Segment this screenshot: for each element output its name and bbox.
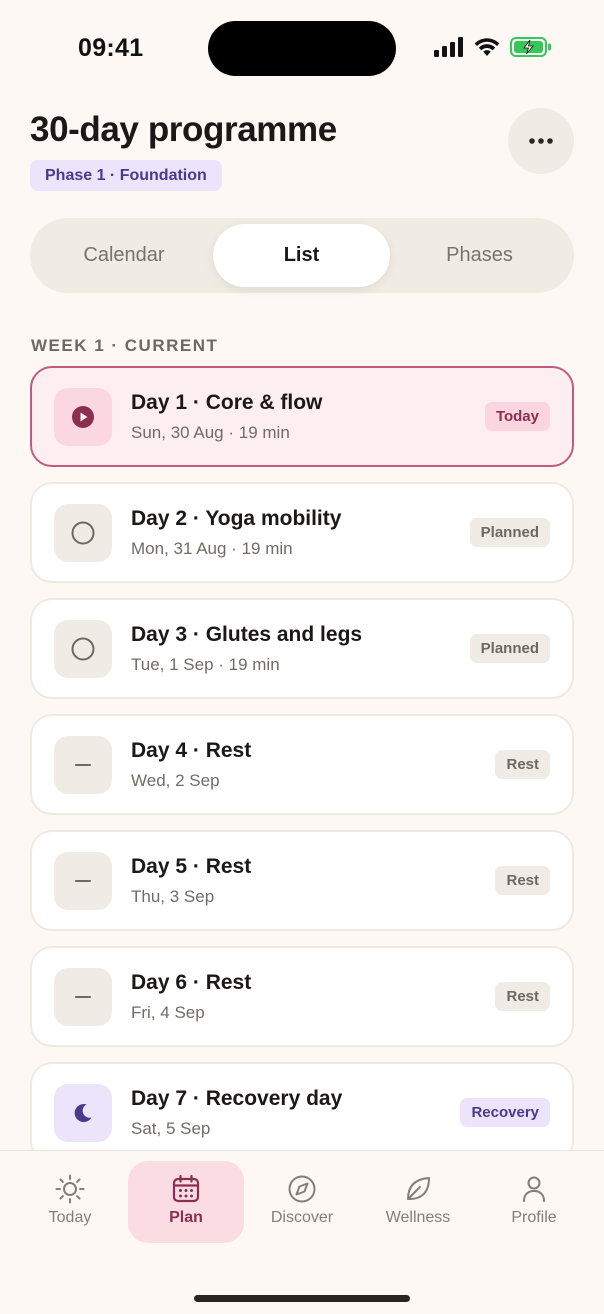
more-options-button[interactable]: [508, 108, 574, 174]
week-section-label: WEEK 1 · CURRENT: [31, 336, 219, 355]
day-icon-box: [54, 968, 112, 1026]
compass-icon: [288, 1175, 316, 1203]
more-horizontal-icon: [529, 138, 553, 144]
day-subtitle: Sat, 5 Sep: [131, 1119, 211, 1138]
day-subtitle: Fri, 4 Sep: [131, 1003, 205, 1022]
day-title: Day 5 · Rest: [131, 855, 252, 878]
dash-icon: [75, 880, 91, 882]
nav-label: Profile: [511, 1209, 557, 1226]
day-icon-box: [54, 620, 112, 678]
status-badge: Rest: [495, 866, 550, 895]
screen: 09:41 30-day programme Phase 1 · Foundat…: [0, 0, 604, 1314]
leaf-icon: [407, 1177, 430, 1200]
day-title: Day 3 · Glutes and legs: [131, 623, 363, 646]
day-subtitle: Tue, 1 Sep · 19 min: [131, 655, 280, 674]
tab-list[interactable]: List: [213, 224, 390, 287]
status-time: 09:41: [78, 34, 144, 62]
status-icons: [434, 37, 552, 57]
nav-plan[interactable]: Plan: [128, 1161, 244, 1243]
status-badge: Rest: [495, 982, 550, 1011]
nav-today[interactable]: Today: [12, 1161, 128, 1243]
sun-icon: [55, 1174, 85, 1204]
nav-label: Today: [48, 1209, 92, 1226]
nav-label: Wellness: [385, 1209, 451, 1226]
day-icon-box: [54, 504, 112, 562]
day-subtitle: Mon, 31 Aug · 19 min: [131, 539, 293, 558]
day-card-4[interactable]: Day 4 · Rest Wed, 2 Sep Rest: [30, 714, 574, 815]
cellular-signal-icon: [434, 37, 463, 57]
home-indicator[interactable]: [194, 1295, 410, 1302]
play-icon: [72, 406, 94, 428]
day-card-7[interactable]: Day 7 · Recovery day Sat, 5 Sep Recovery: [30, 1062, 574, 1163]
day-icon-box: [54, 736, 112, 794]
day-title: Day 2 · Yoga mobility: [131, 507, 342, 530]
day-icon-box: [54, 388, 112, 446]
day-card-5[interactable]: Day 5 · Rest Thu, 3 Sep Rest: [30, 830, 574, 931]
tab-calendar[interactable]: Calendar: [36, 224, 212, 287]
battery-charging-icon: [510, 37, 551, 57]
moon-icon: [74, 1104, 92, 1123]
status-badge: Recovery: [460, 1098, 550, 1127]
circle-icon: [71, 637, 95, 661]
dash-icon: [75, 764, 91, 766]
circle-icon: [71, 521, 95, 545]
status-bar: 09:41: [0, 0, 604, 96]
phase-badge[interactable]: Phase 1 · Foundation: [30, 160, 222, 191]
page-title: 30-day programme: [30, 110, 337, 149]
day-title: Day 7 · Recovery day: [131, 1087, 343, 1110]
day-card-6[interactable]: Day 6 · Rest Fri, 4 Sep Rest: [30, 946, 574, 1047]
nav-discover[interactable]: Discover: [244, 1161, 360, 1243]
dash-icon: [75, 996, 91, 998]
day-subtitle: Wed, 2 Sep: [131, 771, 220, 790]
day-list: Day 1 · Core & flow Sun, 30 Aug · 19 min…: [30, 366, 574, 1178]
day-card-2[interactable]: Day 2 · Yoga mobility Mon, 31 Aug · 19 m…: [30, 482, 574, 583]
nav-wellness[interactable]: Wellness: [360, 1161, 476, 1243]
day-subtitle: Sun, 30 Aug · 19 min: [131, 423, 290, 442]
day-subtitle: Thu, 3 Sep: [131, 887, 215, 906]
tab-phases[interactable]: Phases: [391, 224, 568, 287]
wifi-icon: [474, 38, 500, 56]
status-badge: Rest: [495, 750, 550, 779]
dynamic-island: [208, 21, 396, 76]
nav-profile[interactable]: Profile: [476, 1161, 592, 1243]
status-badge: Planned: [469, 518, 550, 547]
day-card-1[interactable]: Day 1 · Core & flow Sun, 30 Aug · 19 min…: [30, 366, 574, 467]
day-title: Day 1 · Core & flow: [131, 391, 323, 414]
nav-label: Discover: [270, 1209, 334, 1226]
bottom-tab-bar: Today Plan Discover Wellness Profile: [0, 1150, 604, 1314]
day-title: Day 4 · Rest: [131, 739, 252, 762]
day-icon-box: [54, 1084, 112, 1142]
calendar-icon: [172, 1174, 200, 1203]
day-icon-box: [54, 852, 112, 910]
nav-label: Plan: [169, 1209, 203, 1226]
day-card-3[interactable]: Day 3 · Glutes and legs Tue, 1 Sep · 19 …: [30, 598, 574, 699]
status-badge: Planned: [469, 634, 550, 663]
view-segmented-control: Calendar List Phases: [30, 218, 574, 293]
person-icon: [523, 1176, 545, 1202]
status-badge: Today: [484, 402, 550, 431]
day-title: Day 6 · Rest: [131, 971, 252, 994]
